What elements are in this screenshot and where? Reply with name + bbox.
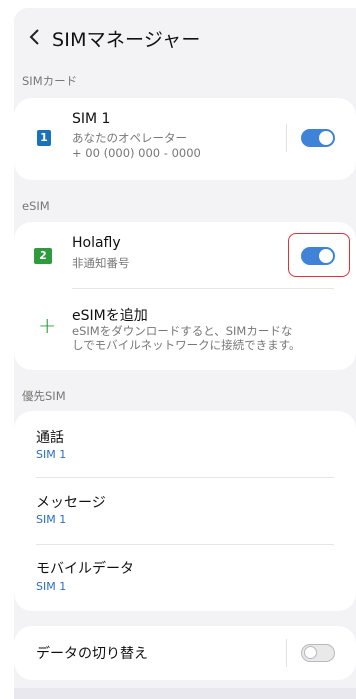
add-esim-title[interactable]: eSIMを追加	[72, 305, 148, 325]
sim-1-icon: 1	[37, 130, 51, 146]
divider	[286, 124, 287, 152]
data-switch-card[interactable]: データの切り替え	[14, 626, 356, 680]
divider	[72, 288, 334, 289]
bottom-edge	[14, 688, 356, 699]
holafly-number: 非通知番号	[72, 256, 130, 270]
divider	[286, 639, 287, 667]
priority-item-message[interactable]: メッセージ SIM 1	[14, 478, 356, 544]
add-esim-desc-line2: しでモバイルネットワークに接続できます。	[72, 338, 301, 352]
section-label-sim-card: SIMカード	[22, 74, 78, 88]
priority-item-call[interactable]: 通話 SIM 1	[14, 411, 356, 477]
back-arrow-icon[interactable]	[26, 24, 42, 50]
priority-sim-card: 通話 SIM 1 メッセージ SIM 1 モバイルデータ SIM 1	[14, 411, 356, 611]
plus-icon[interactable]: +	[38, 314, 56, 339]
priority-item-value: SIM 1	[36, 580, 67, 593]
sim1-operator: あなたのオペレーター	[72, 131, 187, 145]
priority-item-value: SIM 1	[36, 448, 67, 461]
priority-item-mobile-data[interactable]: モバイルデータ SIM 1	[14, 545, 356, 611]
section-label-priority-sim: 優先SIM	[22, 389, 66, 403]
sim1-number: + 00 (000) 000 - 0000	[72, 146, 201, 160]
sim1-card[interactable]: 1 SIM 1 あなたのオペレーター + 00 (000) 000 - 0000	[14, 98, 356, 180]
add-esim-desc-line1: eSIMをダウンロードすると、SIMカードな	[72, 324, 293, 338]
priority-item-title: メッセージ	[36, 495, 106, 511]
sim1-name: SIM 1	[72, 111, 111, 127]
data-switch-toggle[interactable]	[301, 644, 335, 662]
priority-item-title: 通話	[36, 430, 64, 446]
esim-2-icon: 2	[34, 248, 52, 264]
toggle-highlight-box	[288, 233, 350, 277]
priority-item-title: モバイルデータ	[36, 561, 134, 577]
section-label-esim: eSIM	[22, 199, 50, 213]
data-switch-label: データの切り替え	[36, 646, 148, 662]
holafly-name: Holafly	[72, 235, 121, 251]
sim1-toggle[interactable]	[301, 129, 335, 147]
priority-item-value: SIM 1	[36, 513, 67, 526]
page-title: SIMマネージャー	[52, 29, 201, 51]
